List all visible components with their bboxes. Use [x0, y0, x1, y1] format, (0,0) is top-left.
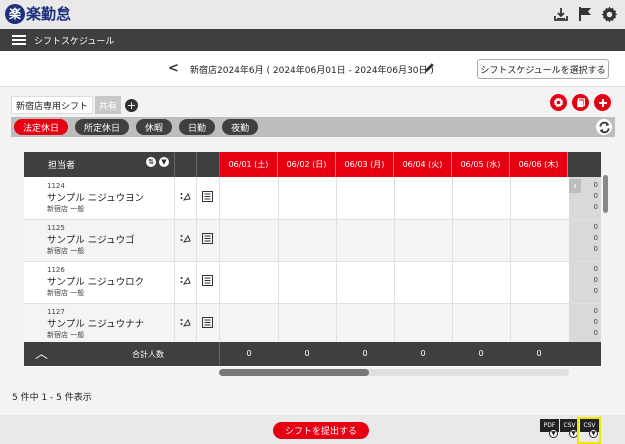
list-icon[interactable] — [202, 191, 213, 205]
staff-name[interactable]: サンプル ニジュウロク — [47, 277, 144, 289]
total-cell: 0 — [362, 349, 368, 358]
total-cell: 0 — [478, 349, 484, 358]
filter-bar: 法定休日 所定休日 休暇 日勤 夜勤 — [11, 117, 615, 137]
staff-department: 新宿店 一般 — [47, 331, 85, 339]
previous-period-button[interactable]: < — [168, 61, 179, 76]
refresh-icon[interactable] — [596, 119, 612, 135]
chevron-left-icon[interactable]: ‹ — [569, 179, 581, 193]
table-row[interactable]: 1127 サンプル ニジュウナナ 新宿店 一般 000 — [24, 303, 601, 345]
add-button[interactable] — [594, 94, 611, 111]
date-header: 06/04 (火) — [394, 152, 452, 177]
filter-leave[interactable]: 休暇 — [136, 119, 173, 135]
total-label: 合計人数 — [132, 350, 164, 359]
tab-shared[interactable]: 共有 — [95, 96, 122, 114]
list-icon[interactable] — [202, 275, 213, 289]
pencil-icon[interactable] — [424, 62, 435, 76]
hamburger-menu-icon[interactable] — [12, 35, 26, 45]
staff-name[interactable]: サンプル ニジュウナナ — [47, 319, 144, 331]
pdf-download-button[interactable]: PDF ▼ — [540, 419, 559, 441]
filter-night-shift[interactable]: 夜勤 — [222, 119, 259, 135]
table-row[interactable]: 1126 サンプル ニジュウロク 新宿店 一般 000 — [24, 261, 601, 303]
add-tab-button[interactable]: + — [125, 98, 139, 112]
total-cell: 0 — [246, 349, 252, 358]
schedule-tabs: 新宿店専用シフト 共有 + — [11, 96, 139, 114]
logo-mark: 楽 — [5, 3, 25, 24]
filter-scheduled-holiday[interactable]: 所定休日 — [75, 119, 130, 135]
status-icon[interactable] — [180, 192, 191, 204]
list-icon[interactable] — [202, 233, 213, 247]
gear-icon[interactable] — [600, 5, 618, 23]
shift-grid: 担当者 ⇅ ▼ 06/01 (土) 06/02 (日) 06/03 (月) 06… — [24, 152, 601, 367]
grid-header: 担当者 ⇅ ▼ 06/01 (土) 06/02 (日) 06/03 (月) 06… — [24, 152, 601, 177]
horizontal-scrollbar-thumb[interactable] — [219, 369, 369, 376]
status-icon[interactable] — [180, 318, 191, 330]
filter-day-shift[interactable]: 日勤 — [179, 119, 216, 135]
copy-button[interactable] — [572, 94, 589, 111]
staff-name[interactable]: サンプル ニジュウヨン — [47, 193, 144, 205]
date-header: 06/03 (月) — [336, 152, 394, 177]
page-title: シフトスケジュール — [34, 37, 115, 47]
staff-code: 1126 — [47, 266, 65, 274]
vertical-scrollbar[interactable] — [603, 175, 608, 213]
download-arrow-icon: ▼ — [549, 429, 558, 438]
bottom-bar: シフトを提出する PDF ▼ CSV ▼ CSV ▼ — [0, 415, 625, 444]
totals-row: ︿ 合計人数 0 0 0 0 0 0 — [24, 342, 601, 366]
submit-shift-button[interactable]: シフトを提出する — [273, 422, 369, 439]
horizontal-scrollbar[interactable] — [219, 369, 569, 376]
flag-icon[interactable] — [576, 5, 594, 23]
sort-icon[interactable]: ⇅ — [146, 157, 156, 167]
table-row[interactable]: 1124 サンプル ニジュウヨン 新宿店 一般 000 ‹ — [24, 177, 601, 219]
staff-column-header: 担当者 — [48, 161, 76, 171]
table-row[interactable]: 1125 サンプル ニジュウゴ 新宿店 一般 000 — [24, 219, 601, 261]
staff-code: 1125 — [47, 224, 65, 232]
settings-button[interactable] — [550, 94, 567, 111]
staff-department: 新宿店 一般 — [47, 205, 85, 213]
row-summary: 000 — [569, 303, 601, 345]
list-icon[interactable] — [202, 317, 213, 331]
staff-department: 新宿店 一般 — [47, 289, 85, 297]
period-header: < 新宿店2024年6月 ( 2024年06月01日 - 2024年06月30日… — [0, 51, 625, 87]
filter-legal-holiday[interactable]: 法定休日 — [14, 119, 69, 135]
top-bar: 楽 楽勤怠 — [0, 0, 625, 29]
date-header: 06/02 (日) — [278, 152, 336, 177]
staff-department: 新宿店 一般 — [47, 247, 85, 255]
download-tray-icon[interactable] — [552, 5, 570, 23]
status-icon[interactable] — [180, 234, 191, 246]
record-count: 5 件中 1 - 5 件表示 — [12, 393, 92, 403]
total-cell: 0 — [304, 349, 310, 358]
select-schedule-button[interactable]: シフトスケジュールを選択する — [477, 59, 609, 79]
date-header: 06/01 (土) — [220, 152, 278, 177]
tab-shinjuku-shift[interactable]: 新宿店専用シフト — [11, 96, 94, 114]
date-header: 06/05 (水) — [452, 152, 510, 177]
status-icon[interactable] — [180, 276, 191, 288]
chevron-up-icon[interactable]: ︿ — [35, 343, 48, 362]
staff-name[interactable]: サンプル ニジュウゴ — [47, 235, 135, 247]
highlight-box — [577, 417, 601, 444]
menu-bar: シフトスケジュール — [0, 29, 625, 51]
row-summary: 000 — [569, 261, 601, 303]
total-cell: 0 — [420, 349, 426, 358]
date-header: 06/06 (木) — [510, 152, 568, 177]
app-logo[interactable]: 楽 楽勤怠 — [5, 3, 71, 24]
filter-icon[interactable]: ▼ — [159, 157, 169, 167]
period-label: 新宿店2024年6月 ( 2024年06月01日 - 2024年06月30日 ) — [190, 66, 434, 76]
staff-code: 1124 — [47, 182, 65, 190]
row-summary: 000 — [569, 219, 601, 261]
logo-text: 楽勤怠 — [26, 5, 72, 23]
total-cell: 0 — [536, 349, 542, 358]
staff-code: 1127 — [47, 308, 65, 316]
